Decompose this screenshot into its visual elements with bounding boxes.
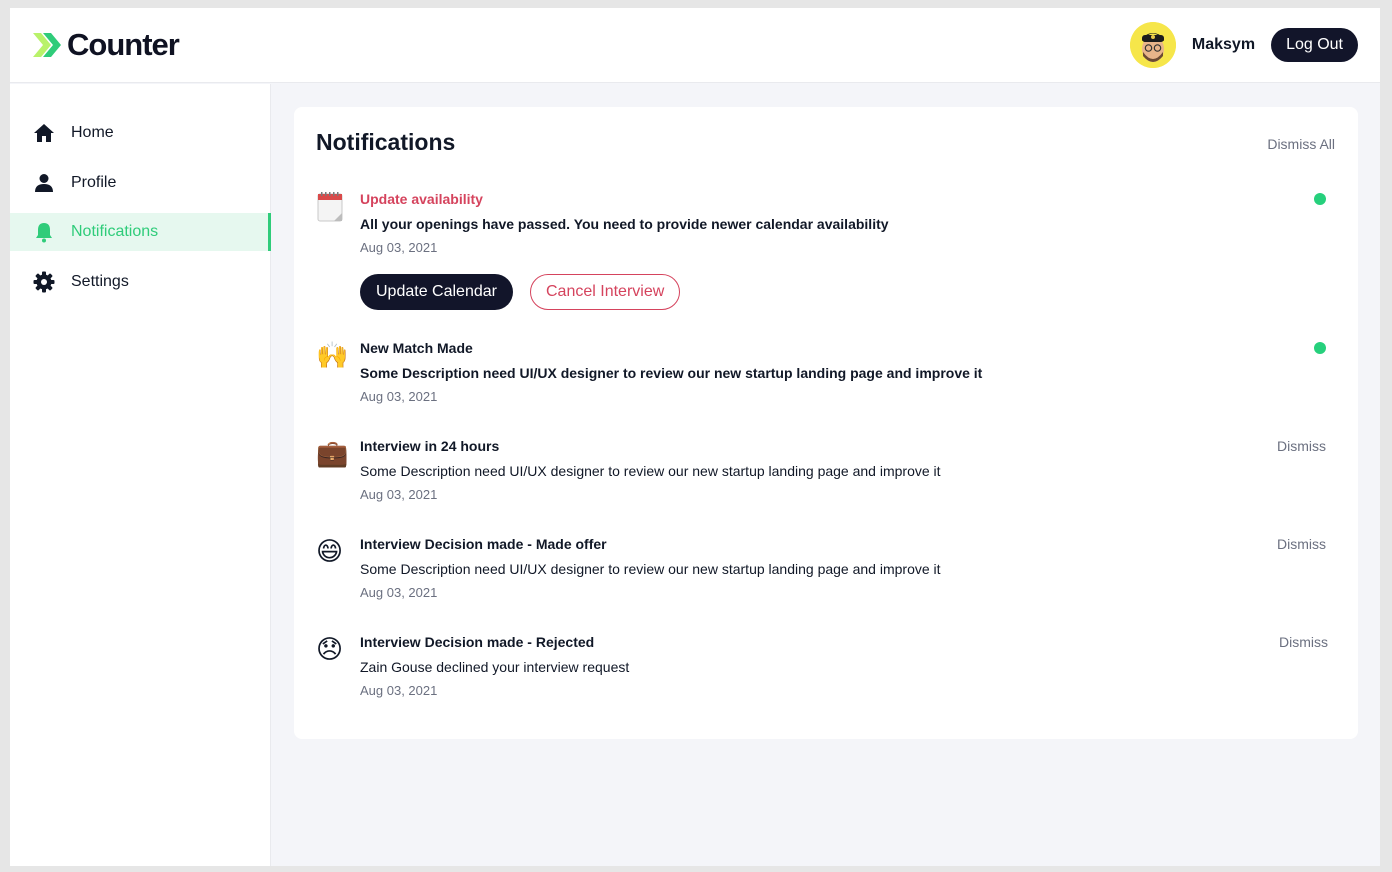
notification-item: 😄 Interview Decision made - Made offer S… [316, 536, 1336, 606]
notifications-card: Notifications Dismiss All Update availab… [294, 107, 1358, 739]
sidebar: Home Profile Notifications Settings [10, 84, 271, 866]
sidebar-item-home[interactable]: Home [10, 114, 271, 152]
sidebar-item-label: Settings [71, 273, 129, 290]
top-bar: Counter Maksym Log Out [10, 8, 1380, 83]
notification-description: All your openings have passed. You need … [360, 216, 889, 232]
disappointed-face-icon: 😞 [316, 634, 344, 664]
calendar-icon [316, 191, 346, 222]
notification-date: Aug 03, 2021 [360, 389, 438, 404]
notification-title: New Match Made [360, 340, 473, 356]
notification-date: Aug 03, 2021 [360, 585, 438, 600]
notification-date: Aug 03, 2021 [360, 683, 438, 698]
dismiss-button[interactable]: Dismiss [1277, 438, 1326, 454]
page-title: Notifications [316, 129, 456, 155]
avatar[interactable] [1129, 22, 1176, 68]
sidebar-item-label: Notifications [71, 223, 159, 240]
notification-date: Aug 03, 2021 [360, 487, 438, 502]
dismiss-button[interactable]: Dismiss [1277, 536, 1326, 552]
sidebar-item-notifications[interactable]: Notifications [10, 213, 271, 251]
notification-item: 🙌 New Match Made Some Description need U… [316, 340, 1336, 410]
notification-description: Some Description need UI/UX designer to … [360, 365, 983, 381]
notification-item: 😞 Interview Decision made - Rejected Zai… [316, 634, 1336, 704]
avatar-face-icon [1129, 22, 1176, 68]
unread-dot [1314, 193, 1326, 205]
user-icon [35, 174, 53, 192]
notification-title: Interview Decision made - Made offer [360, 536, 607, 552]
sidebar-item-profile[interactable]: Profile [10, 164, 271, 202]
notification-description: Some Description need UI/UX designer to … [360, 463, 941, 479]
gear-icon [33, 271, 55, 293]
app-name: Counter [67, 27, 180, 62]
briefcase-icon: 💼 [316, 438, 349, 468]
notification-title: Interview Decision made - Rejected [360, 634, 595, 650]
raised-hands-icon: 🙌 [316, 340, 349, 370]
bell-icon [36, 223, 52, 243]
logo-chevrons-icon [33, 33, 61, 57]
notification-description: Some Description need UI/UX designer to … [360, 561, 941, 577]
notification-item: Update availability All your openings ha… [316, 191, 1336, 321]
dismiss-button[interactable]: Dismiss [1279, 634, 1328, 650]
cancel-interview-button[interactable]: Cancel Interview [530, 274, 681, 310]
logo[interactable]: Counter [31, 27, 180, 62]
username: Maksym [1191, 36, 1256, 53]
notification-date: Aug 03, 2021 [360, 240, 438, 255]
notification-title: Interview in 24 hours [360, 438, 500, 454]
sidebar-item-label: Profile [71, 174, 117, 191]
update-calendar-button[interactable]: Update Calendar [360, 274, 513, 310]
app-window: Counter Maksym Log Out Home Profile Noti… [10, 8, 1380, 866]
notification-title: Update availability [360, 191, 483, 207]
notification-description: Zain Gouse declined your interview reque… [360, 659, 630, 675]
sidebar-item-settings[interactable]: Settings [10, 263, 271, 301]
sidebar-item-label: Home [71, 124, 114, 141]
dismiss-all-button[interactable]: Dismiss All [1267, 136, 1335, 152]
notification-item: 💼 Interview in 24 hours Some Description… [316, 438, 1336, 508]
grinning-face-icon: 😄 [316, 536, 344, 566]
logout-button[interactable]: Log Out [1271, 28, 1358, 62]
home-icon [34, 124, 54, 142]
user-menu: Maksym Log Out [1129, 22, 1358, 68]
unread-dot [1314, 342, 1326, 354]
